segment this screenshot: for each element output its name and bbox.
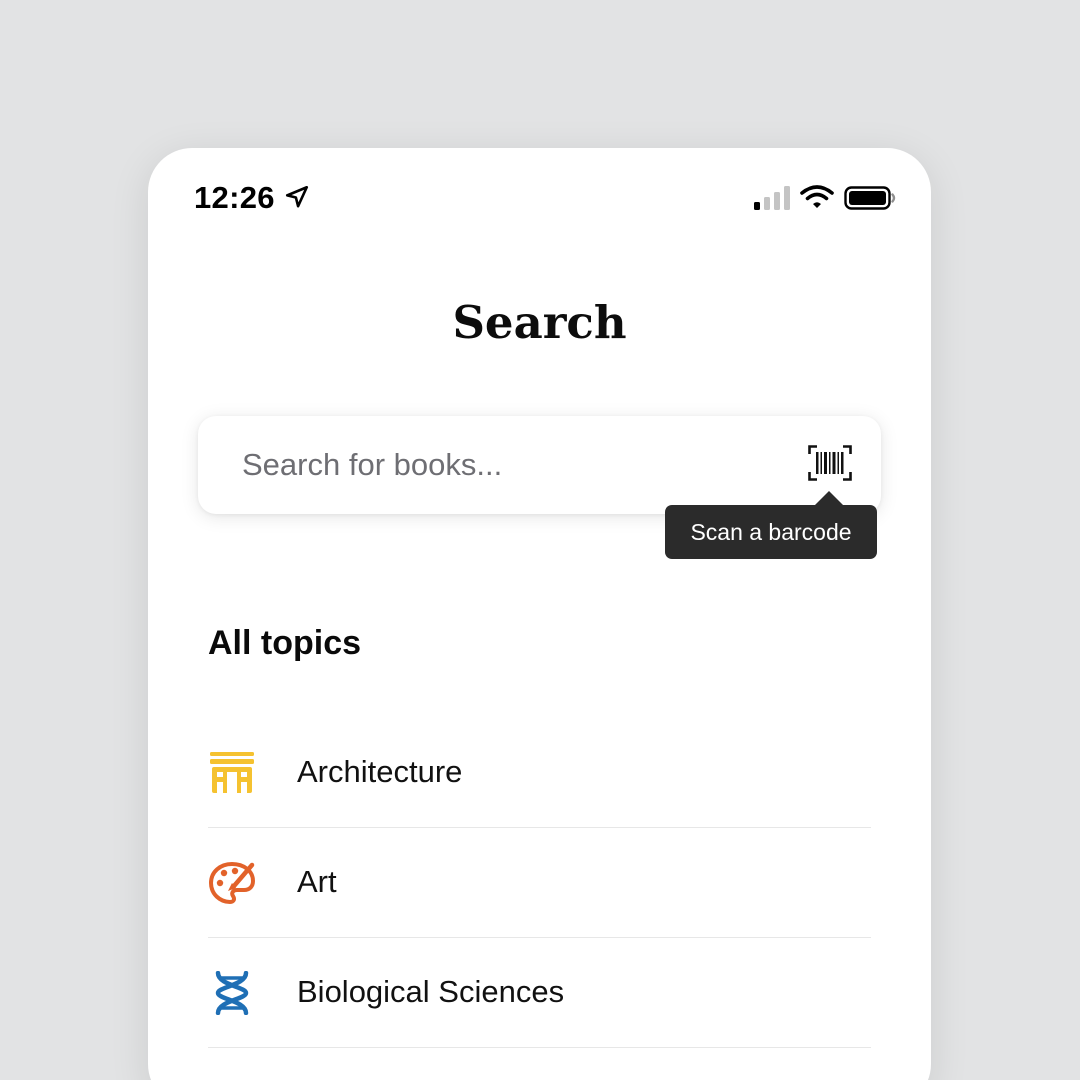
palette-icon	[209, 862, 255, 904]
topic-label: Biological Sciences	[297, 974, 565, 1009]
search-input[interactable]	[242, 444, 762, 486]
location-arrow-icon	[285, 185, 309, 208]
all-topics-heading: All topics	[208, 624, 362, 662]
status-bar: 12:26	[148, 148, 931, 248]
topic-item-art[interactable]: Art	[208, 828, 871, 938]
status-time: 12:26	[194, 180, 275, 215]
barcode-scan-icon[interactable]	[808, 445, 852, 481]
topic-item-biological-sciences[interactable]: Biological Sciences	[208, 938, 871, 1048]
dna-icon	[215, 971, 249, 1015]
topic-label: Architecture	[297, 754, 463, 789]
topic-item-architecture[interactable]: Architecture	[208, 718, 871, 828]
wifi-icon	[800, 185, 834, 208]
search-bar	[198, 416, 881, 514]
topic-label: Art	[297, 864, 337, 899]
battery-icon	[844, 186, 896, 210]
cellular-signal-icon	[754, 186, 790, 210]
page-title: Search	[452, 296, 627, 349]
barcode-tooltip: Scan a barcode	[665, 491, 877, 559]
phone-screen: 12:26 Search Search for books... Scan a …	[148, 148, 931, 1080]
building-icon	[210, 752, 254, 793]
topic-list: Architecture Art Biological Sciences	[208, 718, 871, 1048]
